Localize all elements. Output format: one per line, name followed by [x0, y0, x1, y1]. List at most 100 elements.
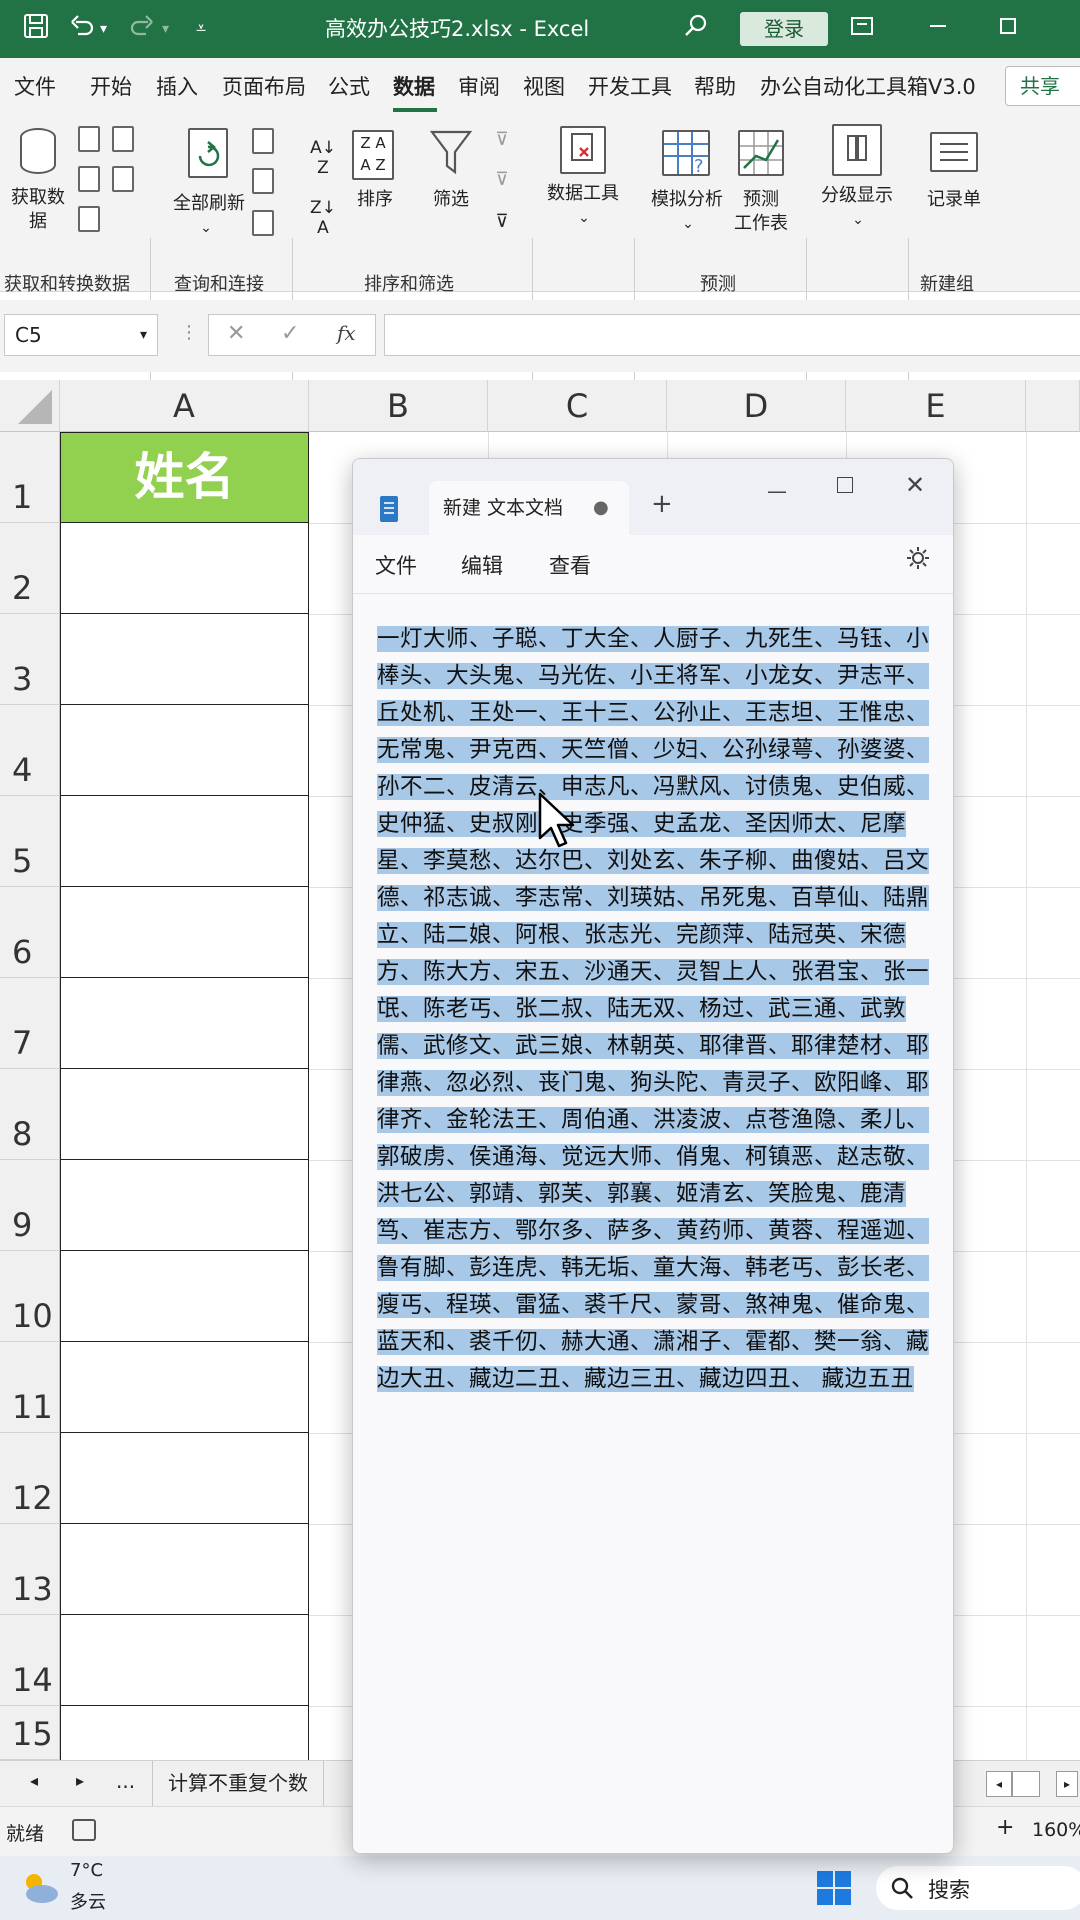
form-icon[interactable]	[930, 132, 978, 172]
cell-a11[interactable]	[60, 1342, 309, 1433]
reapply-filter-icon[interactable]: ⊽	[488, 168, 516, 192]
cell-a5[interactable]	[60, 796, 309, 887]
row-header-5[interactable]: 5	[0, 796, 60, 887]
notepad-menu-file[interactable]: 文件	[375, 551, 417, 581]
form-label[interactable]: 记录单	[916, 188, 992, 212]
chevron-down-icon[interactable]: ⌄	[196, 216, 216, 240]
tab-data[interactable]: 数据	[393, 72, 435, 102]
column-header-c[interactable]: C	[488, 380, 667, 432]
taskbar-search-box[interactable]: 搜索	[876, 1866, 1080, 1910]
get-data-label[interactable]: 获取数	[8, 186, 68, 210]
formula-input[interactable]	[384, 314, 1080, 356]
undo-icon[interactable]	[68, 12, 96, 48]
select-all-corner[interactable]	[0, 380, 60, 432]
sort-icon[interactable]: Z AA Z	[352, 130, 394, 180]
cell-a6[interactable]	[60, 887, 309, 978]
cell-a7[interactable]	[60, 978, 309, 1069]
cell-a8[interactable]	[60, 1069, 309, 1160]
tab-home[interactable]: 开始	[90, 72, 132, 102]
forecast-sheet-label[interactable]: 预测	[726, 188, 796, 212]
queries-icon[interactable]	[252, 128, 274, 154]
customize-toolbar-icon[interactable]: ⩡	[196, 12, 206, 46]
chevron-down-icon[interactable]: ⌄	[574, 206, 594, 230]
tab-page-layout[interactable]: 页面布局	[222, 72, 306, 102]
row-header-3[interactable]: 3	[0, 614, 60, 705]
cell-a15[interactable]	[60, 1706, 309, 1760]
row-header-4[interactable]: 4	[0, 705, 60, 796]
horizontal-scrollbar-thumb[interactable]	[1012, 1771, 1040, 1797]
login-button[interactable]: 登录	[740, 12, 828, 46]
tab-file[interactable]: 文件	[14, 72, 56, 102]
get-data-label-2[interactable]: 据	[8, 210, 68, 234]
windows-start-icon[interactable]	[816, 1870, 852, 1910]
from-text-icon[interactable]	[78, 126, 100, 152]
row-header-2[interactable]: 2	[0, 523, 60, 614]
row-header-15[interactable]: 15	[0, 1706, 60, 1760]
outline-label[interactable]: 分级显示	[812, 184, 902, 208]
filter-label[interactable]: 筛选	[426, 188, 476, 212]
notepad-tab[interactable]: 新建 文本文档 ●	[429, 481, 629, 535]
data-tools-label[interactable]: 数据工具	[540, 182, 626, 206]
insert-function-icon[interactable]: fx	[337, 321, 356, 345]
data-tools-icon[interactable]	[560, 126, 606, 174]
tab-view[interactable]: 视图	[523, 72, 565, 102]
row-header-6[interactable]: 6	[0, 887, 60, 978]
search-icon[interactable]	[682, 12, 710, 48]
cell-a9[interactable]	[60, 1160, 309, 1251]
scroll-left-button[interactable]: ◂	[986, 1771, 1012, 1797]
row-header-10[interactable]: 10	[0, 1251, 60, 1342]
outline-icon[interactable]	[832, 124, 882, 176]
chevron-down-icon[interactable]: ⌄	[678, 212, 698, 236]
column-header-d[interactable]: D	[667, 380, 846, 432]
sort-descending-icon[interactable]: Z↓ A	[308, 198, 338, 238]
share-button[interactable]: 共享	[1005, 66, 1080, 106]
column-header-e[interactable]: E	[846, 380, 1026, 432]
existing-connections-icon[interactable]	[112, 166, 134, 192]
notepad-title-bar[interactable]: 新建 文本文档 ● + — ✕	[353, 459, 953, 535]
column-header-b[interactable]: B	[309, 380, 488, 432]
row-header-1[interactable]: 1	[0, 432, 60, 523]
row-header-12[interactable]: 12	[0, 1433, 60, 1524]
cell-a12[interactable]	[60, 1433, 309, 1524]
minimize-icon[interactable]: —	[767, 479, 787, 503]
tab-insert[interactable]: 插入	[156, 72, 198, 102]
sort-label[interactable]: 排序	[350, 188, 400, 212]
sheet-tab[interactable]: 计算不重复个数	[152, 1761, 324, 1807]
recent-sources-icon[interactable]	[112, 126, 134, 152]
minimize-icon[interactable]	[924, 12, 952, 48]
cell-a3[interactable]	[60, 614, 309, 705]
more-sheets-button[interactable]: ...	[116, 1769, 135, 1793]
cell-a2[interactable]	[60, 523, 309, 614]
row-header-7[interactable]: 7	[0, 978, 60, 1069]
row-header-8[interactable]: 8	[0, 1069, 60, 1160]
forecast-sheet-label-2[interactable]: 工作表	[726, 212, 796, 236]
refresh-all-icon[interactable]	[188, 128, 228, 178]
row-header-9[interactable]: 9	[0, 1160, 60, 1251]
scroll-tabs-right-icon[interactable]: ▸	[76, 1771, 84, 1790]
column-header-a[interactable]: A	[60, 380, 309, 432]
maximize-icon[interactable]	[994, 12, 1022, 48]
from-table-icon[interactable]	[78, 206, 100, 232]
tab-help[interactable]: 帮助	[694, 72, 736, 102]
what-if-analysis-label[interactable]: 模拟分析	[644, 188, 730, 212]
tab-developer[interactable]: 开发工具	[588, 72, 672, 102]
sort-ascending-icon[interactable]: A↓ Z	[308, 138, 338, 178]
from-web-icon[interactable]	[78, 166, 100, 192]
notepad-menu-edit[interactable]: 编辑	[461, 551, 503, 581]
tab-office-toolbox[interactable]: 办公自动化工具箱V3.0	[760, 72, 976, 102]
row-header-13[interactable]: 13	[0, 1524, 60, 1615]
weather-cloud-icon[interactable]	[20, 1870, 60, 1910]
advanced-filter-icon[interactable]: ⊽	[488, 210, 516, 234]
refresh-all-label[interactable]: 全部刷新	[164, 192, 254, 216]
row-header-11[interactable]: 11	[0, 1342, 60, 1433]
cell-a4[interactable]	[60, 705, 309, 796]
name-box[interactable]: C5 ▾	[4, 314, 158, 356]
close-icon[interactable]: ✕	[905, 471, 925, 499]
row-header-14[interactable]: 14	[0, 1615, 60, 1706]
accessibility-icon[interactable]	[72, 1819, 96, 1841]
redo-dropdown-icon[interactable]: ▾	[162, 12, 169, 46]
filter-icon[interactable]	[428, 126, 474, 189]
edit-links-icon[interactable]	[252, 210, 274, 236]
scroll-tabs-left-icon[interactable]: ◂	[30, 1771, 38, 1790]
forecast-sheet-icon[interactable]	[738, 130, 784, 176]
